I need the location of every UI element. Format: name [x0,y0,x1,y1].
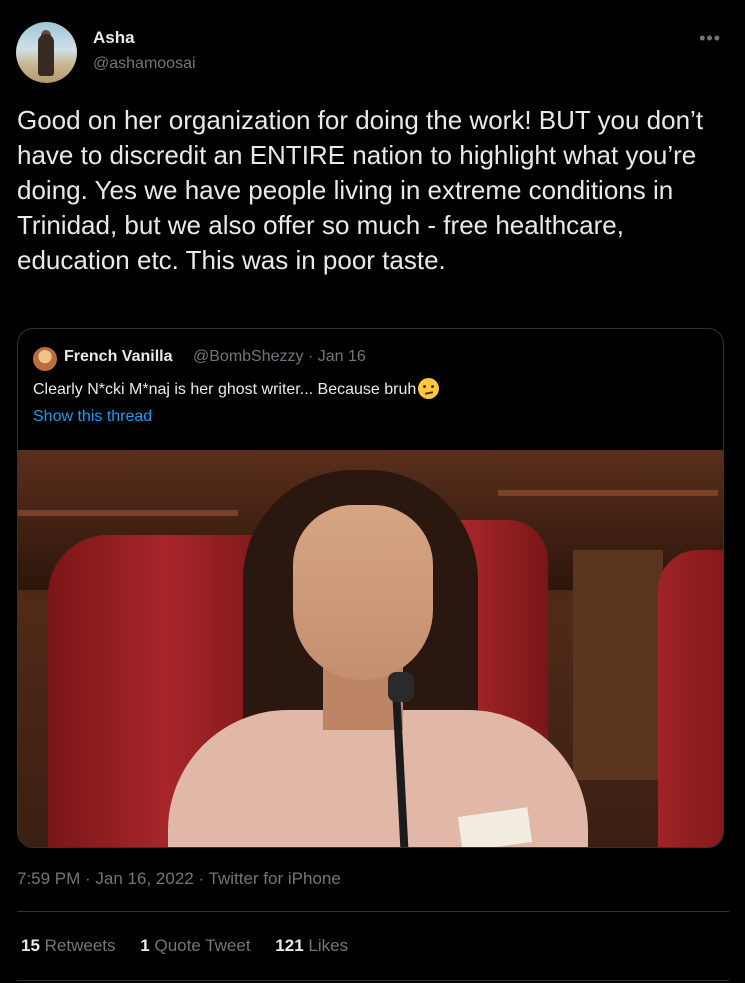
panel-molding [18,510,238,516]
microphone-icon [388,672,414,702]
side-panel [573,550,663,780]
retweets-label: Retweets [44,936,116,955]
quoted-text-line: Clearly N*cki M*naj is her ghost writer.… [33,378,440,399]
quotes-label: Quote Tweet [154,936,251,955]
quoted-tweet[interactable]: French Vanilla @BombShezzy · Jan 16 Clea… [17,328,724,848]
likes-stat[interactable]: 121 Likes [275,936,348,955]
quoted-text: Clearly N*cki M*naj is her ghost writer.… [33,381,417,398]
author-avatar[interactable] [16,22,77,83]
author-name[interactable]: Asha [93,28,135,48]
tweet-text: Good on her organization for doing the w… [17,105,704,275]
avatar-figure [38,34,54,76]
more-horizontal-icon[interactable]: ••• [699,28,721,49]
divider [17,980,729,981]
speaker-face [293,505,433,680]
panel-molding [498,490,718,496]
likes-label: Likes [308,936,349,955]
quoted-video-thumbnail[interactable] [18,450,723,847]
quoted-author-name[interactable]: French Vanilla [64,348,172,366]
retweets-stat[interactable]: 15 Retweets [21,936,116,955]
engagement-stats: 15 Retweets 1 Quote Tweet 121 Likes [21,936,368,956]
quoted-meta: @BombShezzy · Jan 16 [193,348,366,365]
divider [17,911,729,912]
quoted-avatar[interactable] [33,347,57,371]
likes-count: 121 [275,936,304,955]
show-thread-link[interactable]: Show this thread [33,408,152,426]
tweet-timestamp[interactable]: 7:59 PM · Jan 16, 2022 · Twitter for iPh… [17,869,341,889]
author-handle[interactable]: @ashamoosai [93,55,196,73]
retweets-count: 15 [21,936,40,955]
quote-tweets-stat[interactable]: 1 Quote Tweet [140,936,250,955]
quotes-count: 1 [140,936,150,955]
confused-face-icon [418,378,440,399]
chair-right [658,550,723,847]
